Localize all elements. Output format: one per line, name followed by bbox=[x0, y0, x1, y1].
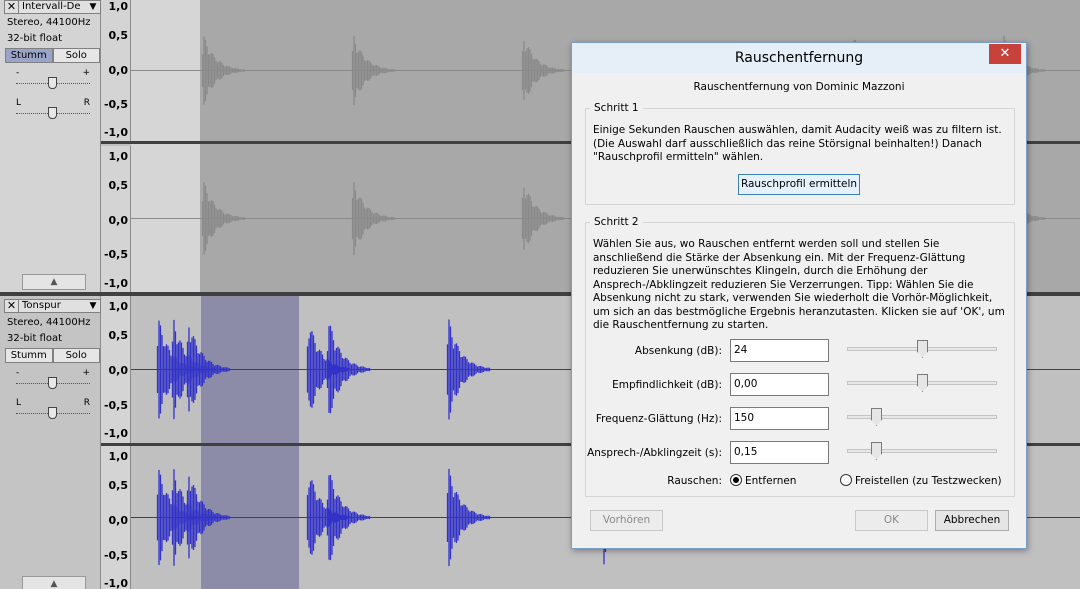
ruler-tick: 1,0 bbox=[108, 0, 129, 13]
radio-dot[interactable] bbox=[840, 474, 852, 486]
track-name-bar: ✕ Intervall-De ▼ bbox=[4, 0, 101, 14]
cancel-button[interactable]: Abbrechen bbox=[935, 510, 1009, 531]
ruler-tick: 0,5 bbox=[108, 479, 129, 492]
step1-text: Einige Sekunden Rauschen auswählen, dami… bbox=[593, 124, 1002, 163]
track-name-button[interactable]: Tonspur bbox=[19, 300, 86, 312]
ruler-tick: 0,0 bbox=[108, 64, 129, 77]
radio-dot[interactable] bbox=[730, 474, 742, 486]
noise-label: Rauschen: bbox=[667, 475, 722, 487]
ruler-tick: -1,0 bbox=[103, 577, 128, 589]
track-format: Stereo, 44100Hz bbox=[7, 317, 91, 328]
dialog-titlebar[interactable]: Rauschentfernung ✕ bbox=[572, 43, 1026, 73]
track-name-button[interactable]: Intervall-De bbox=[19, 1, 86, 13]
solo-button[interactable]: Solo bbox=[52, 48, 100, 63]
track-control-panel: ✕ Intervall-De ▼ Stereo, 44100Hz 32-bit … bbox=[0, 0, 101, 293]
ruler-tick: 0,5 bbox=[108, 329, 129, 342]
abklingzeit-input[interactable]: 0,15 bbox=[730, 441, 829, 464]
pan-thumb[interactable] bbox=[48, 107, 57, 119]
track-bitdepth: 32-bit float bbox=[7, 33, 63, 44]
ruler-tick: 0,5 bbox=[108, 179, 129, 192]
ruler-tick: -0,5 bbox=[103, 399, 128, 412]
pan-slider[interactable]: L R bbox=[16, 98, 90, 120]
gain-minus-label: - bbox=[16, 368, 20, 378]
gain-slider[interactable]: - + bbox=[16, 368, 90, 390]
ruler-tick: 0,0 bbox=[108, 214, 129, 227]
dialog-subtitle: Rauschentfernung von Dominic Mazzoni bbox=[693, 81, 905, 93]
gain-minus-label: - bbox=[16, 68, 20, 78]
gain-plus-label: + bbox=[82, 68, 90, 78]
abklingzeit-label: Ansprech-/Abklingzeit (s): bbox=[587, 447, 722, 459]
step2-text: Wählen Sie aus, wo Rauschen entfernt wer… bbox=[593, 238, 1005, 331]
pan-right-label: R bbox=[83, 98, 90, 108]
abklingzeit-slider[interactable] bbox=[847, 442, 997, 460]
ruler-tick: -0,5 bbox=[103, 248, 128, 261]
ruler-tick: 1,0 bbox=[108, 150, 129, 163]
pan-right-label: R bbox=[83, 398, 90, 408]
mute-button[interactable]: Stumm bbox=[5, 348, 53, 363]
radio-remove[interactable]: Entfernen bbox=[730, 474, 796, 487]
radio-remove-label: Entfernen bbox=[745, 475, 797, 487]
step2-legend: Schritt 2 bbox=[594, 216, 639, 228]
absenkung-label: Absenkung (dB): bbox=[634, 345, 722, 357]
pan-left-label: L bbox=[16, 98, 22, 108]
gain-thumb[interactable] bbox=[48, 77, 57, 89]
track-name-bar: ✕ Tonspur ▼ bbox=[4, 299, 101, 313]
track-bitdepth: 32-bit float bbox=[7, 333, 63, 344]
ruler-tick: 1,0 bbox=[108, 450, 129, 463]
ruler-tick: 1,0 bbox=[108, 300, 129, 313]
ok-button[interactable]: OK bbox=[855, 510, 928, 531]
step1-legend: Schritt 1 bbox=[594, 102, 639, 114]
get-noise-profile-button[interactable]: Rauschprofil ermitteln bbox=[738, 174, 860, 195]
close-icon[interactable]: ✕ bbox=[5, 300, 19, 312]
close-icon[interactable]: ✕ bbox=[5, 1, 19, 13]
collapse-icon[interactable]: ▲ bbox=[22, 274, 86, 290]
amplitude-ruler: 1,0 0,5 0,0 -0,5 -1,0 bbox=[101, 0, 131, 143]
slider-thumb[interactable] bbox=[917, 374, 928, 392]
mute-solo-row: Stumm Solo bbox=[5, 348, 100, 363]
amplitude-ruler: 1,0 0,5 0,0 -0,5 -1,0 bbox=[101, 446, 131, 589]
ruler-tick: -1,0 bbox=[103, 277, 128, 290]
noise-removal-dialog: Rauschentfernung ✕ Rauschentfernung von … bbox=[571, 42, 1027, 549]
frequenz-input[interactable]: 150 bbox=[730, 407, 829, 430]
track-control-panel: ✕ Tonspur ▼ Stereo, 44100Hz 32-bit float… bbox=[0, 296, 101, 589]
absenkung-input[interactable]: 24 bbox=[730, 339, 829, 362]
empfindlichkeit-slider[interactable] bbox=[847, 374, 997, 392]
preview-button[interactable]: Vorhören bbox=[590, 510, 663, 531]
gain-plus-label: + bbox=[82, 368, 90, 378]
ruler-tick: 0,0 bbox=[108, 514, 129, 527]
mute-solo-row: Stumm Solo bbox=[5, 48, 100, 63]
close-icon[interactable]: ✕ bbox=[989, 44, 1021, 64]
ruler-tick: -1,0 bbox=[103, 427, 128, 440]
empfindlichkeit-input[interactable]: 0,00 bbox=[730, 373, 829, 396]
solo-button[interactable]: Solo bbox=[52, 348, 100, 363]
radio-isolate-label: Freistellen (zu Testzwecken) bbox=[855, 475, 1002, 487]
collapse-icon[interactable]: ▲ bbox=[22, 576, 86, 589]
slider-thumb[interactable] bbox=[871, 408, 882, 426]
empfindlichkeit-label: Empfindlichkeit (dB): bbox=[612, 379, 722, 391]
amplitude-ruler: 1,0 0,5 0,0 -0,5 -1,0 bbox=[101, 296, 131, 444]
ruler-tick: 0,5 bbox=[108, 29, 129, 42]
dropdown-icon[interactable]: ▼ bbox=[86, 300, 100, 312]
dialog-title: Rauschentfernung bbox=[734, 50, 864, 66]
pan-thumb[interactable] bbox=[48, 407, 57, 419]
track-format: Stereo, 44100Hz bbox=[7, 17, 91, 28]
absenkung-slider[interactable] bbox=[847, 340, 997, 358]
pan-slider[interactable]: L R bbox=[16, 398, 90, 420]
gain-thumb[interactable] bbox=[48, 377, 57, 389]
ruler-tick: 0,0 bbox=[108, 364, 129, 377]
gain-slider[interactable]: - + bbox=[16, 68, 90, 90]
slider-thumb[interactable] bbox=[871, 442, 882, 460]
dropdown-icon[interactable]: ▼ bbox=[86, 1, 100, 13]
mute-button[interactable]: Stumm bbox=[5, 48, 53, 63]
pan-left-label: L bbox=[16, 398, 22, 408]
frequenz-label: Frequenz-Glättung (Hz): bbox=[595, 413, 722, 425]
amplitude-ruler: 1,0 0,5 0,0 -0,5 -1,0 bbox=[101, 146, 131, 293]
ruler-tick: -0,5 bbox=[103, 549, 128, 562]
slider-thumb[interactable] bbox=[917, 340, 928, 358]
ruler-tick: -1,0 bbox=[103, 126, 128, 139]
frequenz-slider[interactable] bbox=[847, 408, 997, 426]
radio-isolate[interactable]: Freistellen (zu Testzwecken) bbox=[840, 474, 1002, 487]
ruler-tick: -0,5 bbox=[103, 98, 128, 111]
